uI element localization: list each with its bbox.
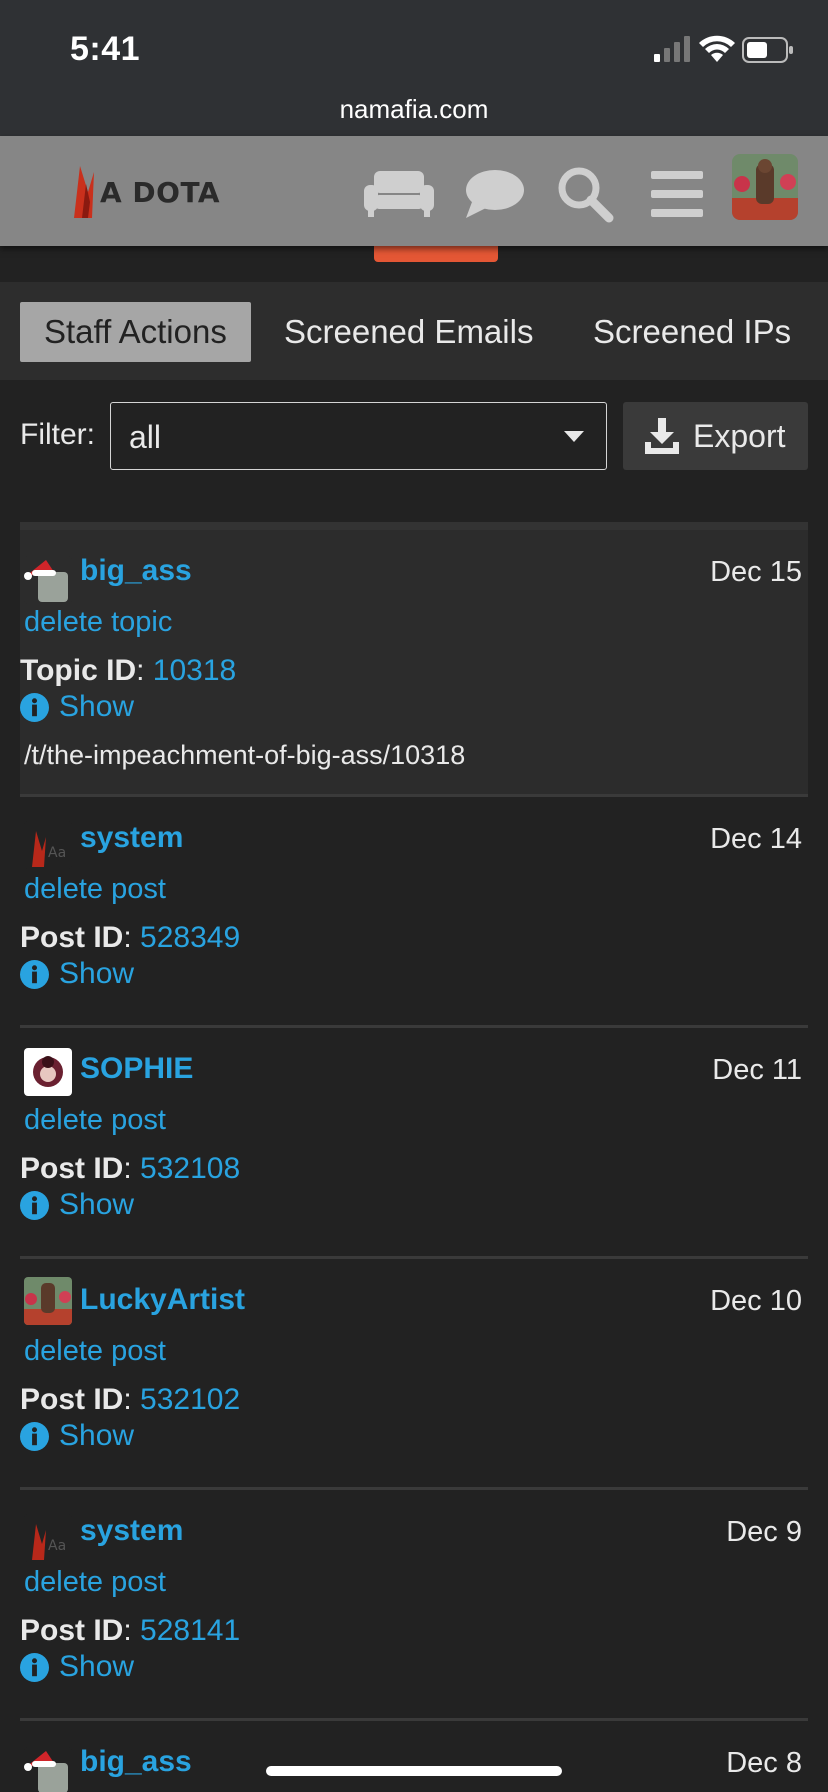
- logo-text: A DOTA: [100, 176, 221, 209]
- site-header: A DOTA: [0, 136, 828, 246]
- hamburger-menu-icon: [651, 171, 703, 217]
- show-label: Show: [59, 1419, 135, 1452]
- id-key: Post ID: [20, 921, 124, 954]
- id-value-link[interactable]: 532102: [140, 1383, 240, 1416]
- action-date: Dec 9: [726, 1516, 802, 1548]
- status-bar: 5:41 namafia.com: [0, 0, 828, 136]
- subject-id-line: Post ID: 532102: [20, 1383, 241, 1416]
- chat-icon: [466, 170, 524, 218]
- current-user-avatar[interactable]: [732, 154, 798, 220]
- id-value-link[interactable]: 532108: [140, 1152, 240, 1185]
- show-details-link[interactable]: Show: [20, 1419, 134, 1453]
- action-type-link[interactable]: delete post: [24, 1566, 166, 1599]
- id-value-link[interactable]: 10318: [153, 654, 236, 687]
- subject-id-line: Topic ID: 10318: [20, 654, 237, 687]
- id-key: Post ID: [20, 1614, 124, 1647]
- show-label: Show: [59, 1650, 135, 1683]
- user-avatar[interactable]: [24, 1048, 72, 1096]
- staff-action-row: SOPHIE Dec 11 delete post Post ID: 53210…: [20, 1028, 808, 1256]
- signal-icon: [654, 36, 690, 62]
- info-icon: [20, 1190, 49, 1220]
- search-icon: [558, 167, 614, 223]
- admin-logs-tabs: Staff Actions Screened Emails Screened I…: [0, 282, 828, 380]
- user-avatar[interactable]: Aa: [24, 821, 72, 869]
- show-details-link[interactable]: Show: [20, 1650, 134, 1684]
- user-avatar[interactable]: [24, 1747, 72, 1792]
- subject-id-line: Post ID: 528349: [20, 921, 241, 954]
- filter-label: Filter:: [20, 418, 95, 451]
- info-icon: [20, 959, 49, 989]
- id-key: Post ID: [20, 1383, 124, 1416]
- svg-text:Aa: Aa: [48, 1538, 66, 1554]
- battery-icon: [742, 37, 793, 63]
- action-date: Dec 8: [726, 1747, 802, 1779]
- user-avatar[interactable]: [24, 1277, 72, 1325]
- username-link[interactable]: big_ass: [80, 554, 192, 588]
- user-avatar[interactable]: [24, 556, 72, 604]
- caret-down-icon: [564, 431, 584, 442]
- home-indicator[interactable]: [266, 1766, 562, 1776]
- action-date: Dec 15: [710, 556, 802, 588]
- tab-screened-emails[interactable]: Screened Emails: [284, 302, 533, 362]
- action-type-link[interactable]: delete post: [24, 873, 166, 906]
- svg-text:Aa: Aa: [48, 845, 66, 861]
- username-link[interactable]: big_ass: [80, 1745, 192, 1779]
- filter-selected-value: all: [129, 419, 162, 455]
- info-icon: [20, 1652, 49, 1682]
- user-avatar[interactable]: Aa: [24, 1514, 72, 1562]
- subject-id-line: Post ID: 528141: [20, 1614, 241, 1647]
- info-icon: [20, 1421, 49, 1451]
- show-details-link[interactable]: Show: [20, 957, 134, 991]
- export-label: Export: [693, 418, 786, 454]
- orange-button-edge[interactable]: [374, 246, 498, 262]
- staff-action-row: big_ass Dec 15 delete topic Topic ID: 10…: [20, 530, 808, 794]
- staff-action-row: Aa system Dec 14 delete post Post ID: 52…: [20, 797, 808, 1025]
- couch-button[interactable]: [364, 166, 434, 222]
- username-link[interactable]: SOPHIE: [80, 1052, 193, 1086]
- filter-select[interactable]: all: [110, 402, 607, 470]
- couch-icon: [364, 171, 434, 217]
- action-type-link[interactable]: delete post: [24, 1335, 166, 1368]
- chat-button[interactable]: [460, 166, 530, 222]
- info-icon: [20, 692, 49, 722]
- menu-button[interactable]: [642, 166, 712, 222]
- tab-screened-ips[interactable]: Screened IPs: [593, 302, 791, 362]
- id-key: Topic ID: [20, 654, 137, 687]
- show-label: Show: [59, 957, 135, 990]
- export-button[interactable]: Export: [623, 402, 808, 470]
- action-type-link[interactable]: delete post: [24, 1104, 166, 1137]
- action-type-link[interactable]: delete topic: [24, 606, 172, 639]
- username-link[interactable]: LuckyArtist: [80, 1283, 245, 1317]
- action-details: /t/the-impeachment-of-big-ass/10318: [24, 740, 466, 770]
- username-link[interactable]: system: [80, 821, 183, 855]
- browser-url[interactable]: namafia.com: [0, 94, 828, 125]
- search-button[interactable]: [550, 166, 620, 223]
- username-link[interactable]: system: [80, 1514, 183, 1548]
- download-icon: [645, 418, 679, 454]
- id-value-link[interactable]: 528349: [140, 921, 240, 954]
- show-details-link[interactable]: Show: [20, 1188, 134, 1222]
- action-date: Dec 14: [710, 823, 802, 855]
- staff-action-row: big_ass Dec 8: [20, 1721, 808, 1792]
- show-details-link[interactable]: Show: [20, 690, 134, 724]
- staff-action-row: Aa system Dec 9 delete post Post ID: 528…: [20, 1490, 808, 1718]
- id-key: Post ID: [20, 1152, 124, 1185]
- show-label: Show: [59, 690, 135, 723]
- action-date: Dec 10: [710, 1285, 802, 1317]
- staff-action-row: LuckyArtist Dec 10 delete post Post ID: …: [20, 1259, 808, 1487]
- action-date: Dec 11: [712, 1054, 802, 1086]
- clock-time: 5:41: [70, 30, 141, 68]
- wifi-icon: [699, 35, 735, 62]
- tab-staff-actions[interactable]: Staff Actions: [20, 302, 251, 362]
- list-top-divider: [20, 522, 808, 530]
- id-value-link[interactable]: 528141: [140, 1614, 240, 1647]
- show-label: Show: [59, 1188, 135, 1221]
- subject-id-line: Post ID: 532108: [20, 1152, 241, 1185]
